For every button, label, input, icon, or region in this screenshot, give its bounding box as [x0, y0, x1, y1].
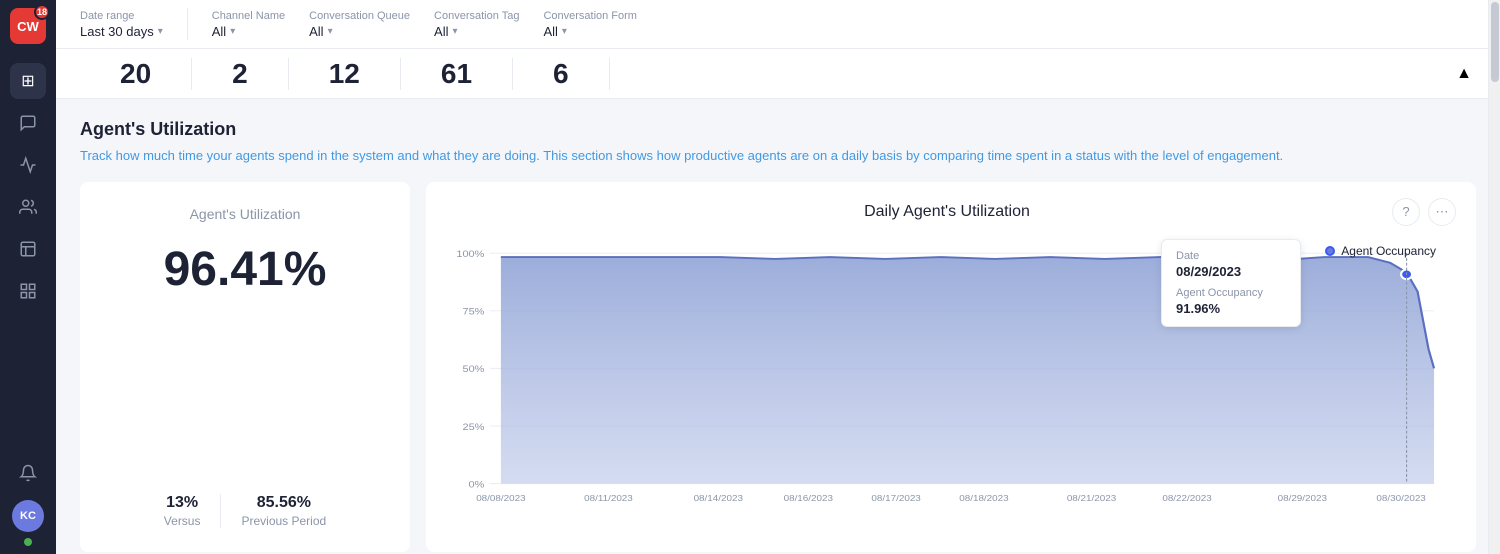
sidebar: CW 18 ⊞ KC: [0, 0, 56, 554]
tooltip-metric-value: 91.96%: [1176, 301, 1286, 316]
chart-container: 100% 75% 50% 25% 0%: [446, 234, 1456, 522]
chart-title: Daily Agent's Utilization: [502, 203, 1392, 221]
sidebar-item-conversations[interactable]: [10, 105, 46, 141]
main-content: Date range Last 30 days ▾ Channel Name A…: [56, 0, 1500, 554]
online-status-dot: [24, 538, 32, 546]
utilization-panel-title: Agent's Utilization: [104, 206, 386, 222]
comparison-row: 13% Versus 85.56% Previous Period: [104, 494, 386, 528]
content-area: Agent's Utilization Track how much time …: [56, 99, 1500, 554]
notification-badge: 18: [34, 4, 50, 20]
app-logo[interactable]: CW 18: [10, 8, 46, 44]
legend-label: Agent Occupancy: [1341, 244, 1436, 258]
section-title: Agent's Utilization: [80, 119, 1476, 140]
conversation-queue-filter[interactable]: Conversation Queue All ▾: [309, 10, 410, 39]
svg-text:08/22/2023: 08/22/2023: [1162, 493, 1211, 502]
chevron-down-icon: ▾: [328, 26, 333, 37]
svg-text:75%: 75%: [462, 307, 484, 317]
stat-number-3: 12: [289, 58, 401, 90]
svg-text:100%: 100%: [456, 249, 484, 259]
chart-legend: Agent Occupancy: [1325, 244, 1436, 258]
stat-number-5: 6: [513, 58, 610, 90]
stat-number-1: 20: [80, 58, 192, 90]
chevron-down-icon: ▾: [562, 26, 567, 37]
utilization-main-value: 96.41%: [104, 242, 386, 297]
conversation-tag-value[interactable]: All ▾: [434, 24, 519, 39]
channel-name-label: Channel Name: [212, 10, 285, 22]
svg-text:08/29/2023: 08/29/2023: [1278, 493, 1327, 502]
previous-label: Previous Period: [241, 514, 326, 528]
date-range-label: Date range: [80, 10, 163, 22]
chevron-down-icon: ▾: [230, 26, 235, 37]
svg-text:08/21/2023: 08/21/2023: [1067, 493, 1116, 502]
svg-text:50%: 50%: [462, 364, 484, 374]
more-options-button[interactable]: ⋯: [1428, 198, 1456, 226]
svg-text:08/17/2023: 08/17/2023: [871, 493, 920, 502]
numbers-bar: 20 2 12 61 6 ▲: [56, 49, 1500, 99]
chart-svg: 100% 75% 50% 25% 0%: [446, 234, 1456, 522]
conversation-queue-label: Conversation Queue: [309, 10, 410, 22]
versus-item: 13% Versus: [144, 494, 222, 528]
tooltip-date-label: Date: [1176, 250, 1286, 262]
user-avatar[interactable]: KC: [12, 500, 44, 532]
channel-name-filter[interactable]: Channel Name All ▾: [212, 10, 285, 39]
charts-row: Agent's Utilization 96.41% 13% Versus 85…: [80, 182, 1476, 552]
svg-text:08/14/2023: 08/14/2023: [694, 493, 743, 502]
svg-text:08/30/2023: 08/30/2023: [1376, 493, 1425, 502]
chart-actions: ? ⋯: [1392, 198, 1456, 226]
conversation-form-value[interactable]: All ▾: [543, 24, 637, 39]
stat-number-2: 2: [192, 58, 289, 90]
svg-text:25%: 25%: [462, 422, 484, 432]
versus-label: Versus: [164, 514, 201, 528]
chevron-down-icon: ▾: [452, 26, 457, 37]
sidebar-item-analytics[interactable]: [10, 147, 46, 183]
help-button[interactable]: ?: [1392, 198, 1420, 226]
previous-value: 85.56%: [257, 494, 311, 512]
sidebar-item-reports[interactable]: [10, 231, 46, 267]
chart-header: Daily Agent's Utilization ? ⋯: [446, 198, 1456, 226]
sidebar-item-dashboard[interactable]: ⊞: [10, 63, 46, 99]
tooltip-metric-label: Agent Occupancy: [1176, 287, 1286, 299]
legend-dot: [1325, 246, 1335, 256]
svg-text:08/11/2023: 08/11/2023: [584, 493, 633, 502]
chevron-down-icon: ▾: [158, 26, 163, 37]
tooltip-date-value: 08/29/2023: [1176, 264, 1286, 279]
svg-text:08/16/2023: 08/16/2023: [784, 493, 833, 502]
date-range-filter[interactable]: Date range Last 30 days ▾: [80, 10, 163, 39]
conversation-queue-value[interactable]: All ▾: [309, 24, 410, 39]
channel-name-value[interactable]: All ▾: [212, 24, 285, 39]
scrollbar-thumb[interactable]: [1491, 2, 1499, 82]
stat-number-4: 61: [401, 58, 513, 90]
daily-utilization-panel: Daily Agent's Utilization ? ⋯: [426, 182, 1476, 552]
sidebar-item-contacts[interactable]: [10, 189, 46, 225]
section-description: Track how much time your agents spend in…: [80, 146, 1476, 166]
filter-divider-1: [187, 8, 188, 40]
utilization-summary-panel: Agent's Utilization 96.41% 13% Versus 85…: [80, 182, 410, 552]
conversation-tag-label: Conversation Tag: [434, 10, 519, 22]
versus-value: 13%: [166, 494, 198, 512]
conversation-form-label: Conversation Form: [543, 10, 637, 22]
scrollbar[interactable]: [1488, 0, 1500, 554]
previous-period-item: 85.56% Previous Period: [221, 494, 346, 528]
collapse-icon[interactable]: ▲: [1452, 62, 1476, 86]
notification-bell-icon[interactable]: [10, 455, 46, 491]
svg-text:08/08/2023: 08/08/2023: [476, 493, 525, 502]
chart-tooltip: Date 08/29/2023 Agent Occupancy 91.96%: [1161, 239, 1301, 327]
conversation-tag-filter[interactable]: Conversation Tag All ▾: [434, 10, 519, 39]
conversation-form-filter[interactable]: Conversation Form All ▾: [543, 10, 637, 39]
svg-text:08/18/2023: 08/18/2023: [959, 493, 1008, 502]
sidebar-item-tableview[interactable]: [10, 273, 46, 309]
svg-text:0%: 0%: [469, 479, 485, 489]
date-range-value[interactable]: Last 30 days ▾: [80, 24, 163, 39]
sidebar-bottom: KC: [10, 452, 46, 546]
filter-bar: Date range Last 30 days ▾ Channel Name A…: [56, 0, 1500, 49]
